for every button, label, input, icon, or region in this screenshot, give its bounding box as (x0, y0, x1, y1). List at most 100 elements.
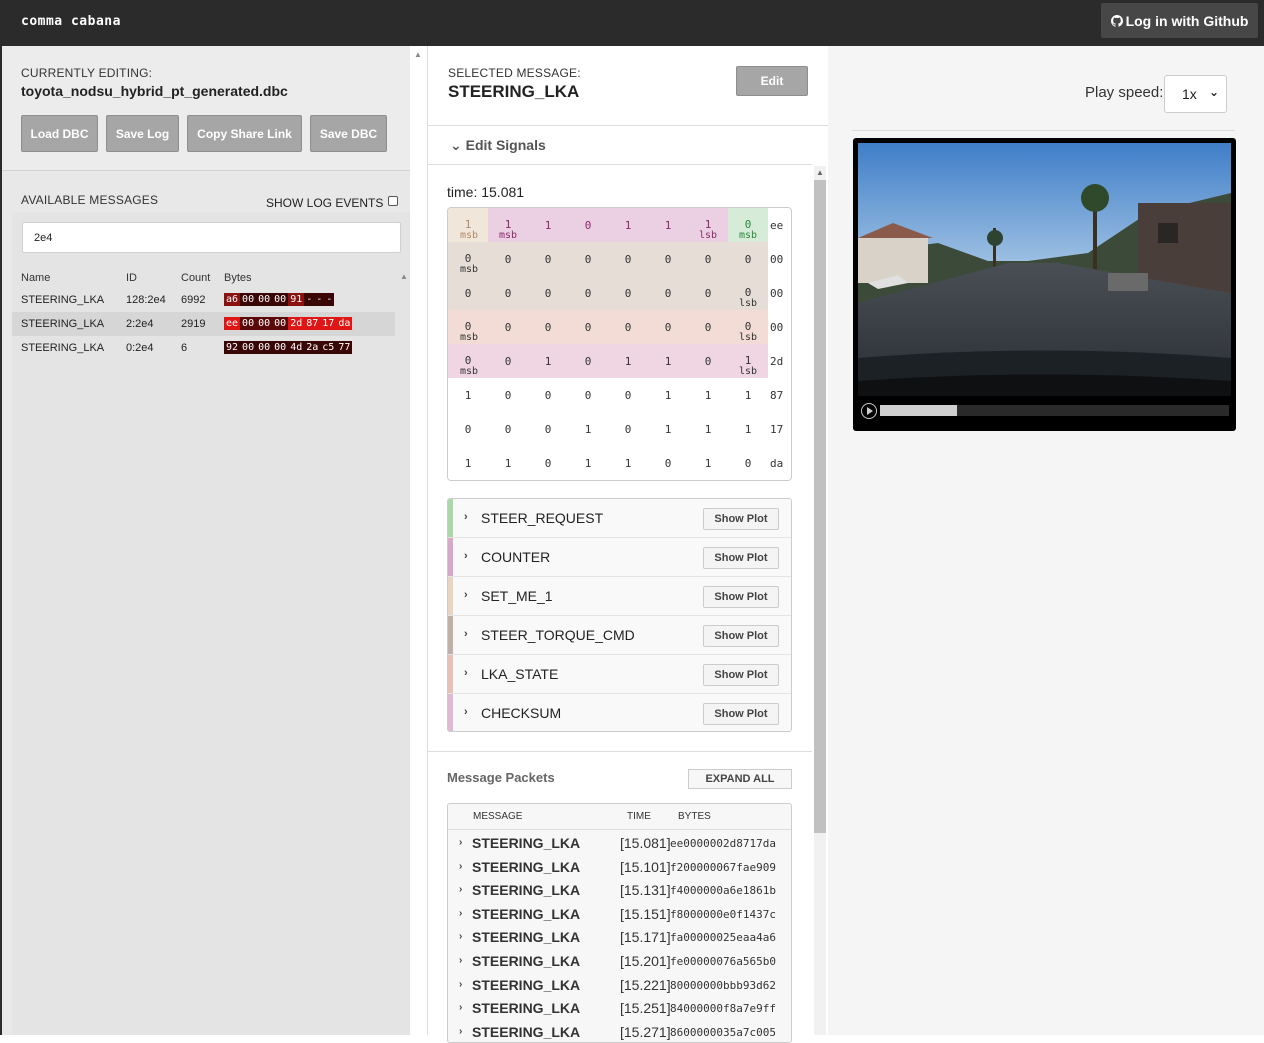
show-plot-button[interactable]: Show Plot (703, 586, 779, 608)
bit-cell[interactable]: 0 (488, 344, 528, 378)
packet-row[interactable]: › STEERING_LKA [15.131] f4000000a6e1861b (448, 878, 791, 902)
bit-cell[interactable]: 0 (728, 446, 768, 480)
scroll-up-icon[interactable]: ▲ (816, 168, 824, 177)
signal-row[interactable]: › STEER_REQUEST Show Plot (448, 499, 791, 538)
show-log-events-checkbox[interactable] (388, 196, 398, 206)
bit-cell[interactable]: 1 (568, 412, 608, 446)
show-plot-button[interactable]: Show Plot (703, 703, 779, 725)
show-plot-button[interactable]: Show Plot (703, 664, 779, 686)
save-log-button[interactable]: Save Log (106, 115, 179, 152)
chevron-right-icon[interactable]: › (464, 511, 468, 523)
seek-bar-track[interactable] (957, 405, 1229, 416)
bit-cell[interactable]: 0 lsb (728, 276, 768, 310)
bit-cell[interactable]: 1 (728, 412, 768, 446)
bit-cell[interactable]: 0 (608, 276, 648, 310)
bit-cell[interactable]: 0 (488, 378, 528, 412)
bit-cell[interactable]: 0 (568, 344, 608, 378)
message-row[interactable]: STEERING_LKA 2:2e4 2919 ee 00 00 00 2d 87 17 da (12, 312, 395, 336)
packet-row[interactable]: › STEERING_LKA [15.151] f8000000e0f1437c (448, 902, 791, 926)
message-filter-input[interactable]: 2e4 (22, 222, 401, 253)
bit-cell[interactable]: 1 (688, 412, 728, 446)
bit-cell[interactable]: 0 (648, 446, 688, 480)
bit-cell[interactable]: 0 (608, 242, 648, 276)
play-icon[interactable] (861, 403, 877, 419)
bit-cell[interactable]: 0 (488, 242, 528, 276)
copy-share-link-button[interactable]: Copy Share Link (187, 115, 302, 152)
expand-all-button[interactable]: EXPAND ALL (688, 769, 792, 789)
load-dbc-button[interactable]: Load DBC (21, 115, 98, 152)
bit-cell[interactable]: 0 (568, 276, 608, 310)
chevron-right-icon[interactable]: › (459, 1002, 462, 1013)
bit-cell[interactable]: 0 (528, 242, 568, 276)
bit-cell[interactable]: 0 (608, 378, 648, 412)
bit-cell[interactable]: 0 (568, 378, 608, 412)
play-speed-select[interactable]: 1x ⌄ (1164, 75, 1227, 113)
chevron-right-icon[interactable]: › (459, 955, 462, 966)
bit-cell[interactable]: 1 (648, 412, 688, 446)
bit-cell[interactable]: 1 msb (448, 208, 488, 242)
bit-cell[interactable]: 0 (568, 242, 608, 276)
packet-row[interactable]: › STEERING_LKA [15.171] fa00000025eaa4a6 (448, 925, 791, 949)
save-dbc-button[interactable]: Save DBC (310, 115, 387, 152)
bit-cell[interactable]: 0 (688, 310, 728, 344)
bit-cell[interactable]: 0 (528, 276, 568, 310)
bit-cell[interactable]: 0 (608, 412, 648, 446)
chevron-right-icon[interactable]: › (459, 979, 462, 990)
bit-cell[interactable]: 1 (568, 446, 608, 480)
bit-cell[interactable]: 1 (688, 446, 728, 480)
bit-cell[interactable]: 0 (488, 412, 528, 446)
seek-bar-progress[interactable] (880, 405, 957, 416)
bit-cell[interactable]: 1 lsb (728, 344, 768, 378)
bit-cell[interactable]: 0 (688, 276, 728, 310)
chevron-right-icon[interactable]: › (464, 628, 468, 640)
scroll-up-icon[interactable]: ▲ (414, 50, 422, 59)
chevron-right-icon[interactable]: › (464, 589, 468, 601)
bit-cell[interactable]: 0 (648, 276, 688, 310)
bit-cell[interactable]: 1 (608, 208, 648, 242)
signal-row[interactable]: › SET_ME_1 Show Plot (448, 577, 791, 616)
bit-cell[interactable]: 1 (648, 378, 688, 412)
bit-cell[interactable]: 1 (608, 446, 648, 480)
show-plot-button[interactable]: Show Plot (703, 547, 779, 569)
scrollbar-thumb[interactable] (814, 180, 826, 833)
bit-cell[interactable]: 0 msb (448, 344, 488, 378)
bit-cell[interactable]: 0 (648, 310, 688, 344)
bit-cell[interactable]: 0 (688, 344, 728, 378)
bit-cell[interactable]: 0 msb (448, 310, 488, 344)
scroll-up-icon[interactable]: ▲ (400, 272, 408, 281)
packet-row[interactable]: › STEERING_LKA [15.201] fe00000076a565b0 (448, 949, 791, 973)
packet-row[interactable]: › STEERING_LKA [15.251] 84000000f8a7e9ff (448, 996, 791, 1020)
bit-cell[interactable]: 0 msb (728, 208, 768, 242)
show-plot-button[interactable]: Show Plot (703, 625, 779, 647)
packet-row[interactable]: › STEERING_LKA [15.221] 80000000bbb93d62 (448, 973, 791, 997)
chevron-right-icon[interactable]: › (459, 1026, 462, 1037)
bit-cell[interactable]: 0 (568, 208, 608, 242)
bit-cell[interactable]: 0 (528, 412, 568, 446)
bit-cell[interactable]: 0 (688, 242, 728, 276)
bit-cell[interactable]: 0 (448, 412, 488, 446)
signal-row[interactable]: › CHECKSUM Show Plot (448, 694, 791, 731)
chevron-right-icon[interactable]: › (459, 837, 462, 848)
bit-cell[interactable]: 1 (448, 378, 488, 412)
signal-row[interactable]: › COUNTER Show Plot (448, 538, 791, 577)
chevron-right-icon[interactable]: › (459, 884, 462, 895)
chevron-right-icon[interactable]: › (459, 908, 462, 919)
message-row[interactable]: STEERING_LKA 0:2e4 6 92 00 00 00 4d 2a c5 77 (12, 336, 395, 360)
message-row[interactable]: STEERING_LKA 128:2e4 6992 a6 00 00 00 91- - - (12, 288, 395, 312)
bit-cell[interactable]: 0 (728, 242, 768, 276)
bit-cell[interactable]: 1 (488, 446, 528, 480)
bit-cell[interactable]: 0 (528, 310, 568, 344)
chevron-right-icon[interactable]: › (459, 861, 462, 872)
bit-cell[interactable]: 0 (528, 378, 568, 412)
bit-cell[interactable]: 1 (608, 344, 648, 378)
packet-row[interactable]: › STEERING_LKA [15.271] 8600000035a7c005 (448, 1020, 791, 1042)
bit-cell[interactable]: 0 (568, 310, 608, 344)
chevron-right-icon[interactable]: › (459, 931, 462, 942)
bit-cell[interactable]: 1 (648, 208, 688, 242)
signal-row[interactable]: › LKA_STATE Show Plot (448, 655, 791, 694)
bit-cell[interactable]: 1 (728, 378, 768, 412)
bit-cell[interactable]: 0 (608, 310, 648, 344)
edit-signals-toggle[interactable]: ⌄ Edit Signals (450, 137, 546, 154)
video-player[interactable] (853, 138, 1236, 431)
bit-cell[interactable]: 1 lsb (688, 208, 728, 242)
